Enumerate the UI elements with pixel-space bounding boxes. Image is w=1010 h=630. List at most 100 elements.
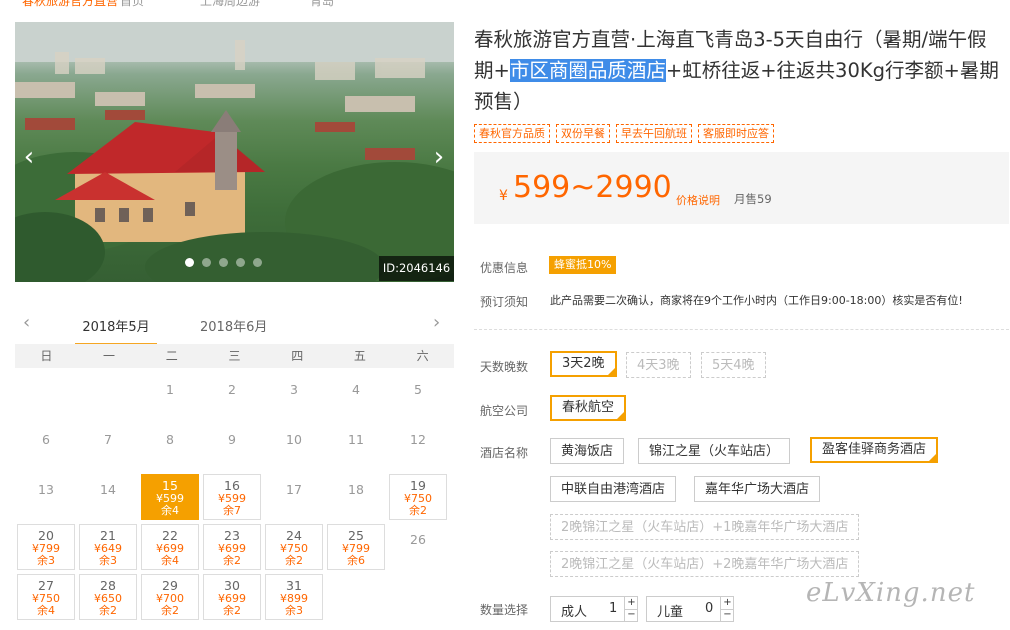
- day-number: 8: [166, 432, 174, 447]
- calendar-day-available[interactable]: 22 ¥699 余4: [141, 524, 199, 570]
- day-number: 22: [162, 528, 178, 543]
- day-number: 12: [410, 432, 426, 447]
- day-number: 14: [100, 482, 116, 497]
- child-quantity-stepper: 儿童 0 + −: [646, 596, 734, 622]
- day-remaining: 余3: [37, 554, 55, 567]
- day-remaining: 余6: [347, 554, 365, 567]
- calendar-day-available[interactable]: 25 ¥799 余6: [327, 524, 385, 570]
- breadcrumb-item[interactable]: 春秋旅游官方直营: [22, 0, 118, 9]
- calendar-day: 17: [265, 474, 323, 520]
- option-hotel-combo[interactable]: 2晚锦江之星（火车站店）+1晚嘉年华广场大酒店: [550, 514, 860, 540]
- price-box: ¥ 599~2990 价格说明 月售59: [474, 152, 1009, 224]
- hotel-label: 酒店名称: [480, 446, 529, 460]
- gallery-prev-arrow[interactable]: ‹: [19, 142, 39, 172]
- day-remaining: 余2: [223, 604, 241, 617]
- calendar-day-available[interactable]: 27 ¥750 余4: [17, 574, 75, 620]
- breadcrumb-item[interactable]: 青岛: [310, 0, 334, 9]
- divider: [474, 329, 1009, 330]
- child-label: 儿童: [657, 605, 684, 620]
- day-number: 26: [410, 532, 426, 547]
- calendar-day-available[interactable]: 21 ¥649 余3: [79, 524, 137, 570]
- calendar-day-available[interactable]: 30 ¥699 余2: [203, 574, 261, 620]
- day-number: 16: [224, 478, 240, 493]
- adult-count[interactable]: 1: [609, 601, 617, 616]
- minus-icon[interactable]: −: [720, 609, 734, 621]
- minus-icon[interactable]: −: [624, 609, 638, 621]
- calendar-day-available[interactable]: 16 ¥599 余7: [203, 474, 261, 520]
- feature-tag: 春秋官方品质: [474, 124, 550, 143]
- day-number: 17: [286, 482, 302, 497]
- day-number: 24: [286, 528, 302, 543]
- option-days-4[interactable]: 4天3晚: [626, 352, 691, 378]
- breadcrumb: 春秋旅游官方直营 首页 上海周边游 青岛: [0, 0, 1010, 9]
- day-remaining: 余2: [99, 604, 117, 617]
- gallery-dot[interactable]: [236, 258, 245, 267]
- notice-label: 预订须知: [480, 295, 529, 309]
- option-hotel[interactable]: 中联自由港湾酒店: [550, 476, 677, 502]
- gallery-dot[interactable]: [202, 258, 211, 267]
- calendar-day-available[interactable]: 19 ¥750 余2: [389, 474, 447, 520]
- day-number: 21: [100, 528, 116, 543]
- calendar-day: 4: [327, 374, 385, 420]
- calendar-day: 14: [79, 474, 137, 520]
- chevron-left-icon[interactable]: ‹: [23, 312, 30, 333]
- calendar-day-available[interactable]: 24 ¥750 余2: [265, 524, 323, 570]
- notice-text: 此产品需要二次确认，商家将在9个工作小时内（工作日9:00-18:00）核实是否…: [550, 294, 963, 307]
- tab-month-may[interactable]: 2018年5月: [75, 316, 157, 345]
- feature-tag: 早去午回航班: [616, 124, 692, 143]
- photo-id-label: ID:2046146: [379, 256, 454, 281]
- day-number: 9: [228, 432, 236, 447]
- title-highlight: 市区商圈品质酒店: [509, 59, 666, 82]
- day-number: 2: [228, 382, 236, 397]
- option-days-5[interactable]: 5天4晚: [701, 352, 766, 378]
- option-hotel-selected[interactable]: 盈客佳驿商务酒店: [810, 437, 939, 463]
- calendar-day-available[interactable]: 29 ¥700 余2: [141, 574, 199, 620]
- photo-illustration: [15, 22, 454, 282]
- calendar-day-available[interactable]: 15 ¥599 余4: [141, 474, 199, 520]
- calendar-day-available[interactable]: 31 ¥899 余3: [265, 574, 323, 620]
- gallery-next-arrow[interactable]: ›: [429, 142, 449, 172]
- chevron-right-icon[interactable]: ›: [433, 312, 440, 333]
- tab-month-june[interactable]: 2018年6月: [200, 316, 267, 335]
- adult-quantity-stepper: 成人 1 + −: [550, 596, 638, 622]
- option-hotel[interactable]: 嘉年华广场大酒店: [694, 476, 821, 502]
- option-hotel[interactable]: 锦江之星（火车站店）: [638, 438, 791, 464]
- day-number: 6: [42, 432, 50, 447]
- breadcrumb-item[interactable]: 首页: [120, 0, 144, 9]
- day-number: 15: [162, 478, 178, 493]
- day-number: 5: [414, 382, 422, 397]
- calendar-day: 5: [389, 374, 447, 420]
- calendar-day: [17, 374, 75, 420]
- calendar-day-available[interactable]: 28 ¥650 余2: [79, 574, 137, 620]
- weekday-label: 四: [291, 349, 304, 363]
- option-hotel[interactable]: 黄海饭店: [550, 438, 625, 464]
- weekday-label: 一: [103, 349, 116, 363]
- option-hotel-combo[interactable]: 2晚锦江之星（火车站店）+2晚嘉年华广场大酒店: [550, 551, 860, 577]
- gallery-dot[interactable]: [253, 258, 262, 267]
- weekday-label: 日: [40, 349, 53, 363]
- day-remaining: 余4: [161, 504, 179, 517]
- days-label: 天数晚数: [480, 360, 529, 374]
- option-days-3[interactable]: 3天2晚: [550, 351, 617, 377]
- price-explain-link[interactable]: 价格说明: [676, 192, 720, 208]
- calendar-day-available[interactable]: 23 ¥699 余2: [203, 524, 261, 570]
- day-remaining: 余4: [37, 604, 55, 617]
- gallery-dot[interactable]: [219, 258, 228, 267]
- calendar-day: 13: [17, 474, 75, 520]
- weekday-label: 五: [353, 349, 366, 363]
- calendar-grid: 1 2 3 4 5 6 7 8 9 10 11 12 13 14 15 ¥599 余4 16 ¥599 余7 17 18 1…: [15, 372, 454, 622]
- day-remaining: 余2: [223, 554, 241, 567]
- calendar-header: ‹ 2018年5月 2018年6月 ›: [15, 310, 454, 345]
- option-airline[interactable]: 春秋航空: [550, 395, 627, 421]
- quantity-label: 数量选择: [480, 603, 529, 617]
- gallery-dot[interactable]: [185, 258, 194, 267]
- day-remaining: 余7: [223, 504, 241, 517]
- day-remaining: 余4: [161, 554, 179, 567]
- calendar-day-available[interactable]: 20 ¥799 余3: [17, 524, 75, 570]
- breadcrumb-item[interactable]: 上海周边游: [200, 0, 260, 9]
- day-number: 4: [352, 382, 360, 397]
- day-number: 18: [348, 482, 364, 497]
- calendar-day: 7: [79, 424, 137, 470]
- child-count[interactable]: 0: [705, 601, 713, 616]
- day-number: 13: [38, 482, 54, 497]
